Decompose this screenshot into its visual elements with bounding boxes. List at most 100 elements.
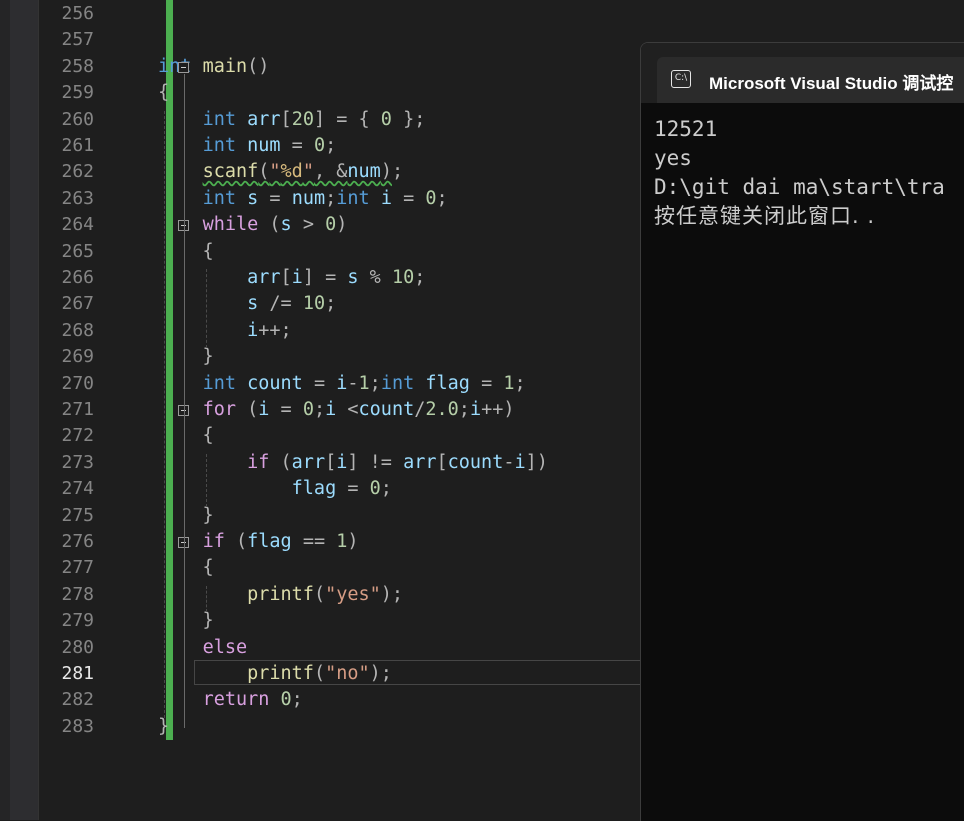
code-token: } xyxy=(158,610,214,632)
code-token: " xyxy=(302,161,314,183)
code-token: ) xyxy=(347,531,359,552)
code-token: == xyxy=(291,531,337,552)
code-token: , & xyxy=(313,161,348,183)
code-token: num xyxy=(291,187,326,209)
code-token: ) xyxy=(336,214,348,236)
code-token: ; xyxy=(391,161,404,183)
code-token: % xyxy=(358,267,392,288)
code-token: ); xyxy=(380,583,404,605)
code-text: { xyxy=(158,239,214,265)
line-number: 260 xyxy=(61,108,94,130)
code-token: ++) xyxy=(481,399,515,420)
code-token: 0 xyxy=(280,689,292,711)
code-token: i xyxy=(325,399,337,420)
line-number: 266 xyxy=(61,267,94,288)
line-number: 256 xyxy=(61,3,94,24)
code-token: i xyxy=(247,319,259,341)
code-token: i xyxy=(258,399,270,420)
code-text: { xyxy=(158,423,214,449)
collapse-toggle-icon[interactable] xyxy=(178,61,189,73)
code-token: ; xyxy=(436,187,448,209)
code-token: int xyxy=(202,108,236,130)
code-token: i xyxy=(514,451,526,473)
code-token: [ xyxy=(280,108,292,130)
code-token: ; xyxy=(291,689,303,711)
code-text: { xyxy=(158,555,214,581)
line-number: 271 xyxy=(61,399,94,420)
code-text: if (arr[i] != arr[count-i]) xyxy=(158,450,548,476)
editor-glyph-margin xyxy=(10,0,39,820)
code-token: ( xyxy=(313,583,326,605)
code-token: 0 xyxy=(425,187,437,209)
code-token: } xyxy=(158,504,214,526)
code-token: 1 xyxy=(503,372,515,394)
code-token: ) xyxy=(380,161,392,183)
line-number: 274 xyxy=(61,478,94,500)
code-line[interactable]: 256 xyxy=(38,1,964,27)
line-number: 264 xyxy=(61,214,94,236)
code-token: { xyxy=(158,82,170,104)
code-token: ; xyxy=(325,187,337,209)
line-number: 259 xyxy=(61,82,94,104)
code-text: for (i = 0;i <count/2.0;i++) xyxy=(158,397,515,423)
console-tab[interactable]: C:\ Microsoft Visual Studio 调试控 xyxy=(657,57,964,103)
code-token: 20 xyxy=(291,108,314,130)
console-titlebar: C:\ Microsoft Visual Studio 调试控 xyxy=(641,43,964,103)
code-token: ] = xyxy=(302,267,348,288)
code-token: count xyxy=(358,399,415,420)
line-number: 261 xyxy=(61,135,94,156)
fold-region-line xyxy=(184,73,185,728)
line-number: 269 xyxy=(61,346,94,368)
console-output-line: 按任意键关闭此窗口. . xyxy=(654,204,876,228)
code-token: printf xyxy=(247,583,314,605)
code-token: 0 xyxy=(302,399,314,420)
line-number: 280 xyxy=(61,636,94,658)
code-token: } xyxy=(158,346,214,368)
line-number: 267 xyxy=(61,293,94,315)
code-token: arr xyxy=(403,451,437,473)
code-token: int xyxy=(336,187,370,209)
code-token: int xyxy=(202,135,236,156)
indent-guide xyxy=(206,585,207,613)
code-token: 1 xyxy=(336,531,348,552)
code-text: int count = i-1;int flag = 1; xyxy=(158,371,526,397)
code-text: else xyxy=(158,635,248,661)
debug-console-window[interactable]: C:\ Microsoft Visual Studio 调试控 12521 ye… xyxy=(640,42,964,821)
code-token: num xyxy=(347,161,381,183)
console-output-line: D:\git dai ma\start\tra xyxy=(654,175,945,199)
indent-guide xyxy=(206,269,207,349)
code-text: int s = num;int i = 0; xyxy=(158,186,448,212)
line-number: 257 xyxy=(61,29,94,51)
console-title: Microsoft Visual Studio 调试控 xyxy=(709,74,954,93)
code-token: ( xyxy=(269,451,292,473)
code-token: i xyxy=(336,372,348,394)
code-token: { xyxy=(158,425,214,447)
line-number: 277 xyxy=(61,557,94,579)
code-token: 0 xyxy=(369,478,381,500)
code-text: return 0; xyxy=(158,687,303,713)
code-token: arr xyxy=(291,451,326,473)
code-token: = xyxy=(280,135,314,156)
code-token: ( xyxy=(313,663,326,684)
code-token: = xyxy=(336,478,370,500)
line-number: 278 xyxy=(61,583,94,605)
code-token: 0 xyxy=(325,214,337,236)
code-token: ( xyxy=(235,399,259,420)
code-token: > xyxy=(291,214,326,236)
code-token: ( xyxy=(224,531,248,552)
code-token: else xyxy=(202,636,248,658)
code-token: } xyxy=(158,715,170,737)
code-text: flag = 0; xyxy=(158,476,392,502)
code-token: count xyxy=(447,451,504,473)
code-token: 1 xyxy=(358,372,370,394)
code-token: () xyxy=(247,55,270,77)
code-token: s xyxy=(347,267,359,288)
